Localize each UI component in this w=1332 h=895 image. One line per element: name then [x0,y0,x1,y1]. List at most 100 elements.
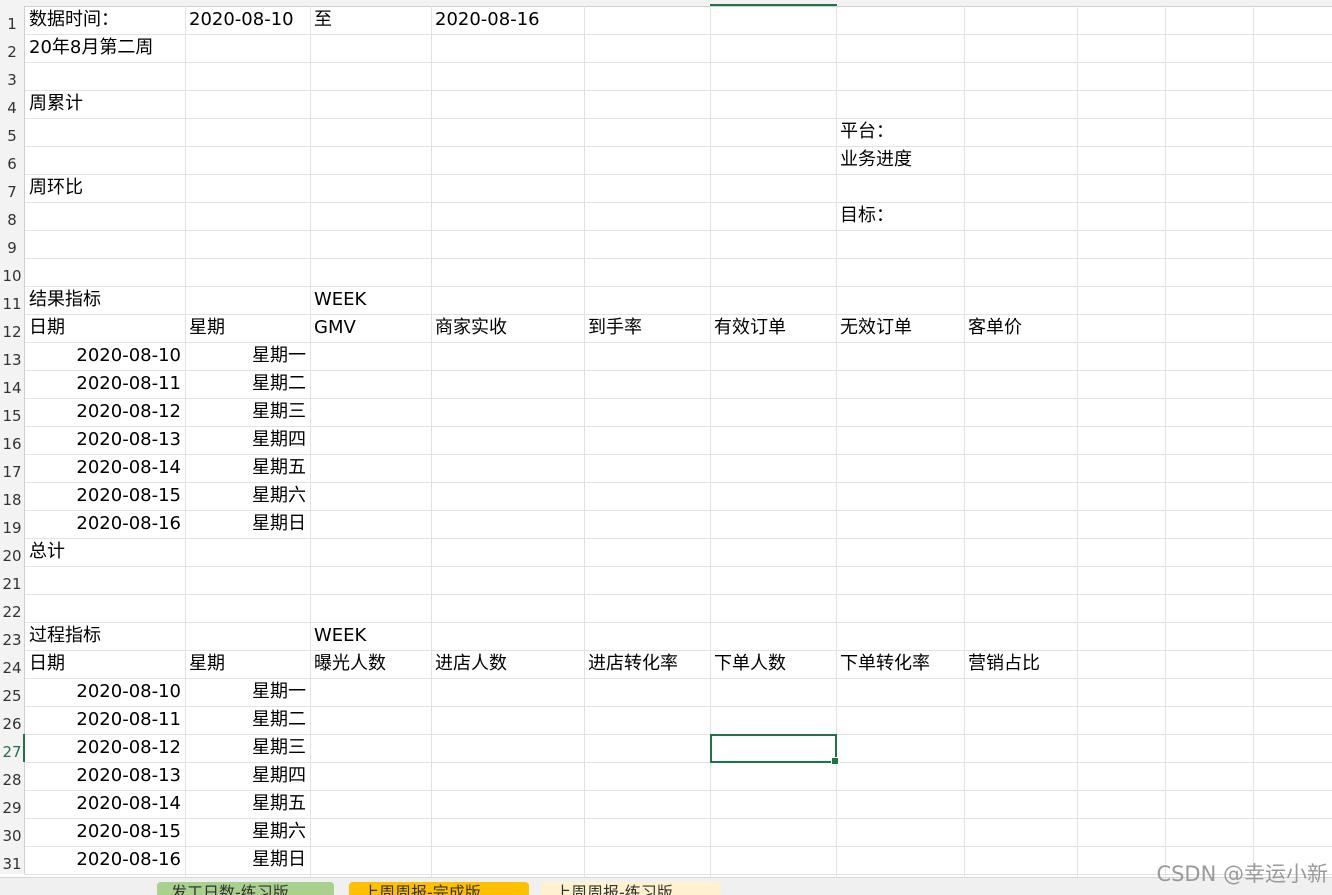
cell-B25[interactable]: 星期一 [185,678,306,706]
cell-C23[interactable]: WEEK [314,622,366,650]
row-header[interactable]: 10 [0,258,25,286]
row-gridline [25,538,1332,539]
cell-B24[interactable]: 星期 [189,650,225,678]
cell-B26[interactable]: 星期二 [185,706,306,734]
row-header[interactable]: 14 [0,370,25,398]
row-header[interactable]: 7 [0,174,25,202]
row-header[interactable]: 12 [0,314,25,342]
cell-A23[interactable]: 过程指标 [29,622,101,650]
cell-H12[interactable]: 客单价 [968,314,1022,342]
row-header[interactable]: 1 [0,6,25,34]
cell-A4[interactable]: 周累计 [29,90,83,118]
row-header[interactable]: 26 [0,706,25,734]
cell-A17[interactable]: 2020-08-14 [25,454,181,482]
row-header[interactable]: 15 [0,398,25,426]
row-header[interactable]: 13 [0,342,25,370]
cell-D1[interactable]: 2020-08-16 [435,6,540,34]
cell-A25[interactable]: 2020-08-10 [25,678,181,706]
cell-C1[interactable]: 至 [314,6,332,34]
cell-A26[interactable]: 2020-08-11 [25,706,181,734]
cell-G8[interactable]: 目标： [840,202,894,230]
cell-G24[interactable]: 下单转化率 [840,650,930,678]
row-header[interactable]: 18 [0,482,25,510]
cell-B29[interactable]: 星期五 [185,790,306,818]
cell-A11[interactable]: 结果指标 [29,286,101,314]
cell-A14[interactable]: 2020-08-11 [25,370,181,398]
row-header[interactable]: 11 [0,286,25,314]
cell-B12[interactable]: 星期 [189,314,225,342]
cell-A7[interactable]: 周环比 [29,174,83,202]
cell-B13[interactable]: 星期一 [185,342,306,370]
cell-B31[interactable]: 星期日 [185,846,306,874]
cell-D24[interactable]: 进店人数 [435,650,507,678]
row-header[interactable]: 24 [0,650,25,678]
cell-A19[interactable]: 2020-08-16 [25,510,181,538]
row-header[interactable]: 22 [0,594,25,622]
cell-A16[interactable]: 2020-08-13 [25,426,181,454]
cell-B1[interactable]: 2020-08-10 [189,6,294,34]
row-header[interactable]: 20 [0,538,25,566]
cell-A24[interactable]: 日期 [29,650,65,678]
cell-G5[interactable]: 平台： [840,118,894,146]
sheet-tab[interactable]: 发工日数-练习版 [157,882,334,895]
cell-A13[interactable]: 2020-08-10 [25,342,181,370]
cell-E12[interactable]: 到手率 [588,314,642,342]
row-header[interactable]: 30 [0,818,25,846]
cell-F12[interactable]: 有效订单 [714,314,786,342]
cell-H24[interactable]: 营销占比 [968,650,1040,678]
cell-C11[interactable]: WEEK [314,286,366,314]
row-header[interactable]: 5 [0,118,25,146]
cell-A27[interactable]: 2020-08-12 [25,734,181,762]
cell-A18[interactable]: 2020-08-15 [25,482,181,510]
cell-G12[interactable]: 无效订单 [840,314,912,342]
cell-B19[interactable]: 星期日 [185,510,306,538]
cell-G6[interactable]: 业务进度 [840,146,912,174]
row-header[interactable]: 2 [0,34,25,62]
sheet-tab[interactable]: 上周周报-完成版 [349,882,529,895]
row-header[interactable]: 8 [0,202,25,230]
row-header[interactable]: 9 [0,230,25,258]
row-header[interactable]: 21 [0,566,25,594]
row-header[interactable]: 6 [0,146,25,174]
cell-E24[interactable]: 进店转化率 [588,650,678,678]
cell-B28[interactable]: 星期四 [185,762,306,790]
cell-A28[interactable]: 2020-08-13 [25,762,181,790]
cell-B15[interactable]: 星期三 [185,398,306,426]
cell-B30[interactable]: 星期六 [185,818,306,846]
cell-F24[interactable]: 下单人数 [714,650,786,678]
row-header[interactable]: 3 [0,62,25,90]
active-cell-selection[interactable] [710,734,839,765]
row-header[interactable]: 31 [0,846,25,874]
cell-C24[interactable]: 曝光人数 [314,650,386,678]
row-header[interactable]: 16 [0,426,25,454]
row-gridline [25,230,1332,231]
cell-A2[interactable]: 20年8月第二周 [29,34,153,62]
cell-A30[interactable]: 2020-08-15 [25,818,181,846]
row-header[interactable]: 29 [0,790,25,818]
row-header[interactable]: 19 [0,510,25,538]
cell-C12[interactable]: GMV [314,314,356,342]
cell-A12[interactable]: 日期 [29,314,65,342]
row-header[interactable]: 4 [0,90,25,118]
cell-B27[interactable]: 星期三 [185,734,306,762]
cell-B17[interactable]: 星期五 [185,454,306,482]
row-header[interactable]: 28 [0,762,25,790]
row-header[interactable]: 23 [0,622,25,650]
row-header[interactable]: 17 [0,454,25,482]
row-gridline [25,34,1332,35]
fill-handle[interactable] [831,757,839,765]
row-header[interactable]: 27 [0,734,25,762]
cell-B16[interactable]: 星期四 [185,426,306,454]
cell-A29[interactable]: 2020-08-14 [25,790,181,818]
row-gridline [25,286,1332,287]
cell-A20[interactable]: 总计 [29,538,65,566]
cell-A1[interactable]: 数据时间： [29,6,119,34]
cell-D12[interactable]: 商家实收 [435,314,507,342]
cell-A31[interactable]: 2020-08-16 [25,846,181,874]
sheet-tab[interactable]: 上周周报-练习版 [541,882,721,895]
row-header[interactable]: 25 [0,678,25,706]
cell-B14[interactable]: 星期二 [185,370,306,398]
cell-A15[interactable]: 2020-08-12 [25,398,181,426]
cell-B18[interactable]: 星期六 [185,482,306,510]
spreadsheet-grid[interactable]: 1 2 3 4 5 6 7 8 9 10 11 12 13 14 15 16 17 18 19 20 21 22 23 24 2… [0,0,1332,894]
